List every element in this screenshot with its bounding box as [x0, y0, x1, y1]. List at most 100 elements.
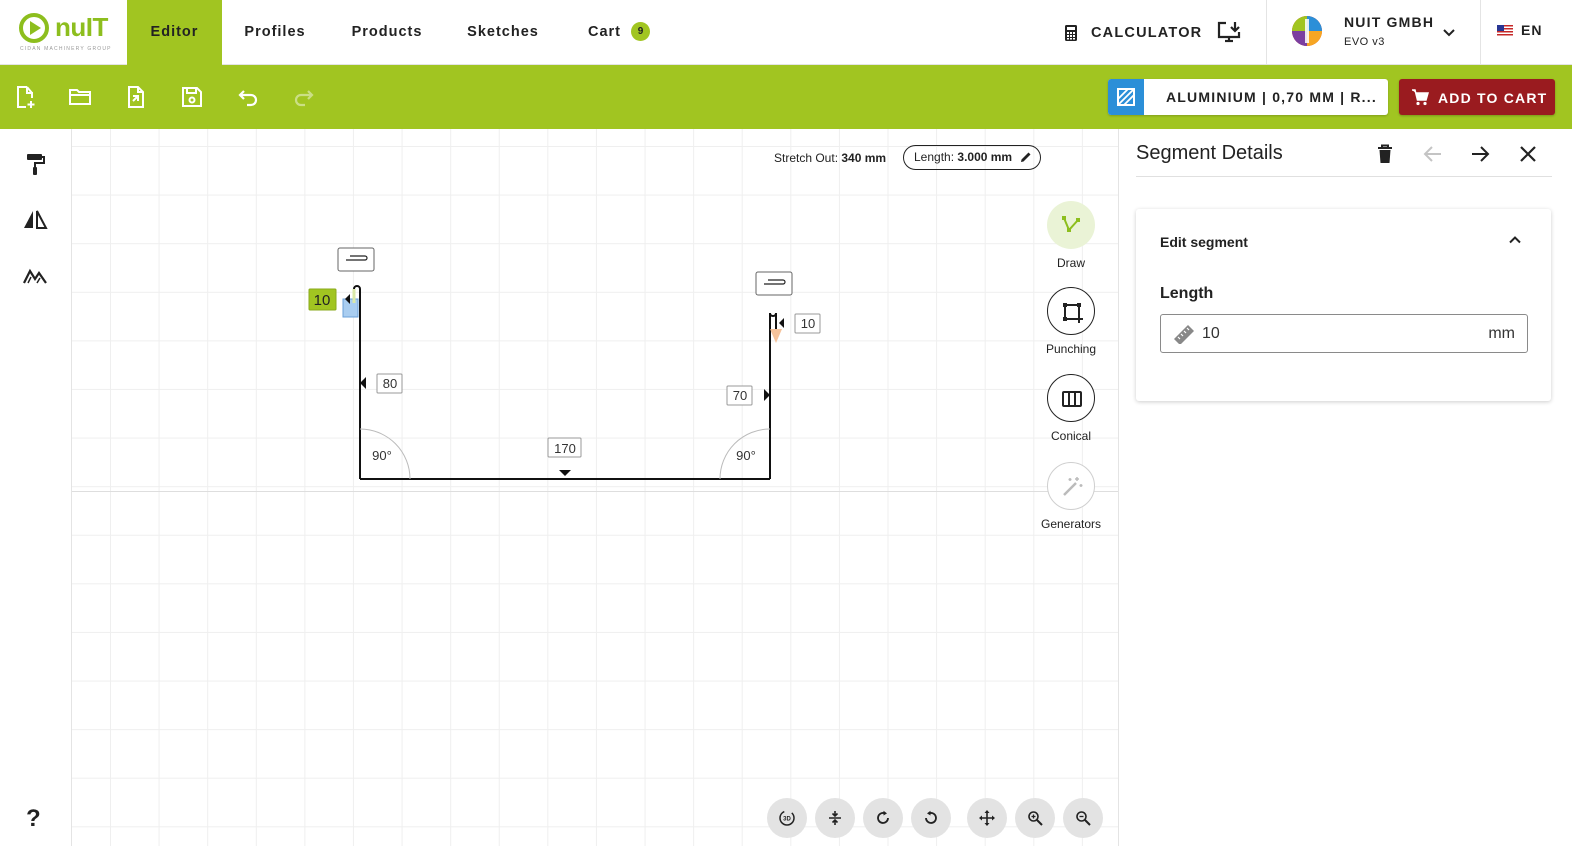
tab-cart[interactable]: Cart 9 [574, 0, 664, 65]
selected-segment-handle[interactable] [342, 298, 359, 318]
move-arrows-icon [979, 810, 995, 826]
download-button[interactable] [1216, 20, 1244, 51]
tab-editor[interactable]: Editor [127, 0, 222, 65]
left-angle-label: 90° [372, 448, 392, 463]
new-file-icon [17, 86, 35, 108]
conical-tool-label: Conical [1050, 429, 1092, 443]
collapse-chevron-up-icon[interactable] [1508, 233, 1522, 252]
left-hem-length-label: 10 [314, 292, 331, 309]
zoom-out-icon [1076, 811, 1091, 826]
drawing-canvas[interactable]: Stretch Out: 340 mm Length: 3.000 mm 10 … [72, 129, 1118, 846]
help-button[interactable]: ? [26, 805, 41, 833]
draw-icon [1062, 216, 1080, 232]
language-selector[interactable]: EN [1497, 22, 1542, 38]
material-label: ALUMINIUM | 0,70 MM | R... [1166, 89, 1377, 105]
save-button[interactable] [180, 85, 204, 109]
magic-wand-icon [1063, 477, 1083, 496]
length-field-label: Length [1160, 285, 1214, 302]
right-wall-length-label: 70 [733, 388, 747, 403]
length-input-value: 10 [1202, 325, 1220, 342]
undo-icon [238, 90, 258, 107]
right-hem-length-label: 10 [801, 316, 815, 331]
conical-icon [1062, 391, 1082, 407]
length-unit: mm [1488, 325, 1515, 342]
redo-icon [294, 90, 314, 107]
calculator-icon [1065, 25, 1077, 41]
mountains-icon [23, 268, 47, 284]
pan-button[interactable] [967, 798, 1007, 838]
generators-tool-label: Generators [1040, 517, 1102, 531]
left-wall-length-label: 80 [383, 376, 397, 391]
close-panel-button[interactable] [1516, 142, 1540, 166]
left-tool-rail: ? [0, 129, 72, 846]
punching-tool[interactable]: Punching [1031, 287, 1111, 356]
generators-tool[interactable]: Generators [1031, 462, 1111, 531]
divider [1480, 0, 1481, 65]
add-to-cart-label: ADD TO CART [1438, 90, 1548, 106]
fit-height-button[interactable] [815, 798, 855, 838]
profile-drawing: 10 80 170 70 10 90° 90° [308, 247, 821, 480]
undo-button[interactable] [236, 85, 260, 109]
ruler-icon [1174, 325, 1194, 344]
company-avatar [1286, 15, 1328, 47]
bottom-arrow [559, 470, 571, 476]
language-label: EN [1521, 22, 1543, 38]
right-hem-marker [770, 329, 782, 343]
us-flag-icon [1497, 25, 1513, 36]
arrow-right-icon [1472, 146, 1490, 162]
zoom-in-button[interactable] [1015, 798, 1055, 838]
punching-tool-label: Punching [1045, 342, 1097, 356]
delete-segment-button[interactable] [1373, 142, 1397, 166]
punching-tool-button[interactable] [1047, 287, 1095, 335]
cart-icon [1412, 89, 1429, 106]
generators-tool-button[interactable] [1047, 462, 1095, 510]
tab-cart-label: Cart [587, 24, 621, 40]
rotate-counterclockwise-button[interactable] [911, 798, 951, 838]
next-segment-button[interactable] [1468, 142, 1492, 166]
nuit-logo[interactable]: nuIT CIDAN MACHINERY GROUP [18, 12, 113, 54]
rotate-ccw-icon [925, 810, 937, 824]
edit-segment-title: Edit segment [1160, 234, 1248, 250]
compress-vertical-icon [829, 811, 841, 825]
draw-tool[interactable]: Draw [1031, 201, 1111, 270]
paint-roller-button[interactable] [22, 151, 48, 177]
logo-play-icon [19, 13, 49, 43]
monitor-download-icon [1217, 21, 1241, 43]
panel-divider [1136, 176, 1552, 177]
draw-tool-button[interactable] [1047, 201, 1095, 249]
right-hem-arrow [779, 318, 784, 328]
previous-segment-button[interactable] [1421, 142, 1445, 166]
open-folder-button[interactable] [68, 85, 92, 109]
flip-button[interactable] [22, 207, 48, 233]
redo-button[interactable] [292, 85, 316, 109]
zoom-in-icon [1028, 811, 1043, 826]
tab-profiles[interactable]: Profiles [230, 0, 320, 65]
conical-tool[interactable]: Conical [1031, 374, 1111, 443]
svg-text:3D: 3D [783, 817, 791, 823]
right-angle-label: 90° [736, 448, 756, 463]
add-to-cart-button[interactable]: ADD TO CART [1399, 79, 1555, 115]
editor-toolbar: ALUMINIUM | 0,70 MM | R... ADD TO CART [0, 65, 1572, 129]
material-selector[interactable]: ALUMINIUM | 0,70 MM | R... [1108, 79, 1388, 115]
trash-icon [1378, 144, 1392, 163]
zoom-out-button[interactable] [1063, 798, 1103, 838]
file-import-icon [128, 86, 144, 108]
logo-subtitle: CIDAN MACHINERY GROUP [20, 46, 112, 52]
tab-sketches[interactable]: Sketches [455, 0, 551, 65]
new-file-button[interactable] [13, 85, 37, 109]
rotate-clockwise-button[interactable] [863, 798, 903, 838]
conical-tool-button[interactable] [1047, 374, 1095, 422]
segment-length-input[interactable]: 10 mm [1160, 314, 1528, 353]
punching-icon [1063, 303, 1083, 323]
company-version: EVO v3 [1344, 36, 1385, 48]
tab-products[interactable]: Products [340, 0, 434, 65]
profile-view-button[interactable] [22, 263, 48, 289]
import-file-button[interactable] [124, 85, 148, 109]
company-dropdown-chevron-icon[interactable] [1441, 25, 1457, 46]
draw-tool-label: Draw [1056, 256, 1085, 270]
save-icon [182, 87, 202, 107]
material-hatch-icon [1108, 79, 1144, 115]
flip-icon [24, 210, 48, 229]
3d-view-button[interactable]: 3D [767, 798, 807, 838]
3d-rotate-icon: 3D [779, 810, 795, 826]
